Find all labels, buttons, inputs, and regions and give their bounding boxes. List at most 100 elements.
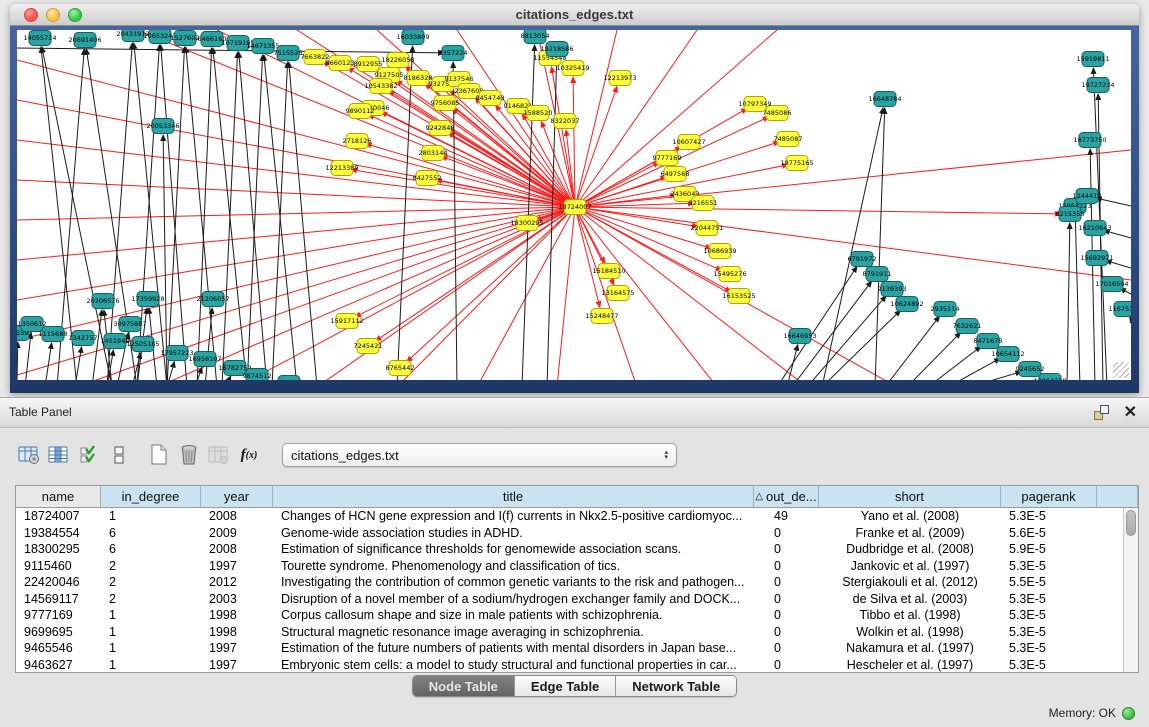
cell-title[interactable]: Estimation of the future numbers of pati… [273, 640, 754, 657]
column-header-in_degree[interactable]: in_degree [101, 486, 201, 507]
cell-pagerank[interactable]: 5.5E-5 [1001, 574, 1097, 591]
table-row[interactable]: 1830029562008Estimation of significance … [16, 541, 1123, 558]
cell-year[interactable]: 1998 [201, 624, 273, 641]
cell-out_de[interactable]: 0 [754, 558, 819, 575]
graph-node[interactable]: 7632621 [953, 319, 982, 334]
cell-year[interactable]: 2009 [201, 525, 273, 542]
cell-year[interactable]: 2008 [201, 508, 273, 525]
graph-node[interactable]: 1244413 [1073, 189, 1102, 204]
graph-node[interactable]: 8215358 [1056, 207, 1085, 222]
graph-node[interactable]: 9139393 [878, 282, 907, 297]
tab-network-table[interactable]: Network Table [616, 676, 736, 696]
cell-out_de[interactable]: 0 [754, 657, 819, 673]
graph-node[interactable]: 18775165 [780, 156, 813, 171]
import-table-icon[interactable] [204, 440, 234, 470]
float-panel-icon[interactable] [1094, 405, 1109, 420]
graph-node[interactable]: 15919811 [1076, 52, 1109, 67]
graph-node[interactable]: 15692971 [1080, 251, 1113, 266]
graph-node[interactable]: 7485087 [774, 132, 803, 147]
graph-node[interactable]: 16033809 [396, 30, 429, 45]
cell-year[interactable]: 1997 [201, 657, 273, 673]
graph-node[interactable]: 12213389 [325, 161, 358, 176]
citation-edge-black[interactable] [787, 345, 798, 380]
graph-node[interactable]: 16153525 [722, 289, 755, 304]
graph-node[interactable]: 9756085 [431, 96, 460, 111]
graph-node[interactable]: 8660123 [326, 56, 355, 71]
graph-node[interactable]: 20206576 [86, 294, 119, 309]
graph-node[interactable]: 8471678 [974, 334, 1003, 349]
cell-title[interactable]: Embryonic stem cells: a model to study s… [273, 657, 754, 673]
citation-edge-black[interactable] [247, 55, 263, 380]
cell-out_de[interactable]: 0 [754, 574, 819, 591]
cell-pagerank[interactable]: 5.3E-5 [1001, 607, 1097, 624]
cell-title[interactable]: Genome-wide association studies in ADHD. [273, 525, 754, 542]
citation-edge-red[interactable] [573, 77, 575, 207]
cell-in_degree[interactable]: 2 [101, 574, 201, 591]
graph-node[interactable]: 14055724 [23, 31, 56, 46]
cell-name[interactable]: 9115460 [16, 558, 101, 575]
cell-short[interactable]: Hescheler et al. (1997) [819, 657, 1001, 673]
column-header-pagerank[interactable]: pagerank [1001, 486, 1097, 507]
cell-name[interactable]: 9463627 [16, 657, 101, 673]
graph-node[interactable]: 1527602 [171, 31, 200, 46]
cell-name[interactable]: 9465546 [16, 640, 101, 657]
graph-node[interactable]: 2935114 [931, 302, 960, 317]
graph-node[interactable]: 1342757 [69, 331, 98, 346]
graph-node[interactable]: 8454743 [476, 91, 505, 106]
cell-short[interactable]: de Silva et al. (2003) [819, 591, 1001, 608]
cell-year[interactable]: 1997 [201, 558, 273, 575]
cell-year[interactable]: 1998 [201, 607, 273, 624]
cell-name[interactable]: 9699695 [16, 624, 101, 641]
table-row[interactable]: 946554611997Estimation of the future num… [16, 640, 1123, 657]
citation-edge-red[interactable] [375, 207, 575, 341]
graph-node[interactable]: 20053346 [146, 119, 179, 134]
cell-title[interactable]: Estimation of significance thresholds fo… [273, 541, 754, 558]
cell-in_degree[interactable]: 6 [101, 525, 201, 542]
column-header-title[interactable]: title [273, 486, 754, 507]
cell-in_degree[interactable]: 2 [101, 558, 201, 575]
tab-edge-table[interactable]: Edge Table [515, 676, 616, 696]
table-row[interactable]: 911546021997Tourette syndrome. Phenomeno… [16, 558, 1123, 575]
cell-pagerank[interactable]: 5.3E-5 [1001, 624, 1097, 641]
cell-short[interactable]: Nakamura et al. (1997) [819, 640, 1001, 657]
graph-node[interactable]: 12213973 [603, 71, 636, 86]
graph-node[interactable]: 2803144 [419, 146, 448, 161]
window-titlebar[interactable]: citations_edges.txt [10, 4, 1139, 26]
delete-icon[interactable] [174, 440, 204, 470]
column-header-short[interactable]: short [819, 486, 1001, 507]
graph-node[interactable]: 10325419 [556, 61, 589, 76]
column-header-name[interactable]: name [16, 486, 101, 507]
cell-out_de[interactable]: 0 [754, 541, 819, 558]
cell-title[interactable]: Changes of HCN gene expression and I(f) … [273, 508, 754, 525]
cell-year[interactable]: 1997 [201, 640, 273, 657]
cell-name[interactable]: 19384554 [16, 525, 101, 542]
cell-in_degree[interactable]: 1 [101, 624, 201, 641]
graph-node[interactable]: 11675338 [1108, 302, 1131, 317]
cell-short[interactable]: Dudbridge et al. (2008) [819, 541, 1001, 558]
cell-title[interactable]: Tourette syndrome. Phenomenology and cla… [273, 558, 754, 575]
cell-name[interactable]: 18724007 [16, 508, 101, 525]
citation-edge-black[interactable] [547, 58, 557, 380]
cell-title[interactable]: Corpus callosum shape and size in male p… [273, 607, 754, 624]
citation-edge-black[interactable] [907, 332, 961, 380]
citation-edge-black[interactable] [522, 45, 535, 380]
cell-in_degree[interactable]: 2 [101, 591, 201, 608]
graph-node[interactable]: 20691406 [68, 33, 101, 48]
cell-title[interactable]: Disruption of a novel member of a sodium… [273, 591, 754, 608]
graph-node[interactable]: 6497568 [661, 167, 690, 182]
table-row[interactable]: 969969511998Structural magnetic resonanc… [16, 624, 1123, 641]
citation-edge-black[interactable] [885, 316, 940, 380]
graph-node[interactable]: 8765442 [386, 361, 415, 376]
cell-title[interactable]: Investigating the contribution of common… [273, 574, 754, 591]
cell-short[interactable]: Tibbo et al. (1998) [819, 607, 1001, 624]
cell-name[interactable]: 22420046 [16, 574, 101, 591]
citation-edge-black[interactable] [1075, 215, 1080, 380]
network-graph[interactable]: 1872400718300295766382286601238912955182… [17, 30, 1131, 380]
citation-edge-black[interactable] [970, 372, 1021, 380]
graph-node[interactable]: 1115688 [39, 327, 68, 342]
graph-node[interactable]: 15184510 [592, 264, 625, 279]
cell-out_de[interactable]: 49 [754, 508, 819, 525]
cell-pagerank[interactable]: 5.3E-5 [1001, 657, 1097, 673]
graph-node[interactable]: 9777169 [653, 151, 682, 166]
citation-edge-black[interactable] [205, 308, 212, 380]
